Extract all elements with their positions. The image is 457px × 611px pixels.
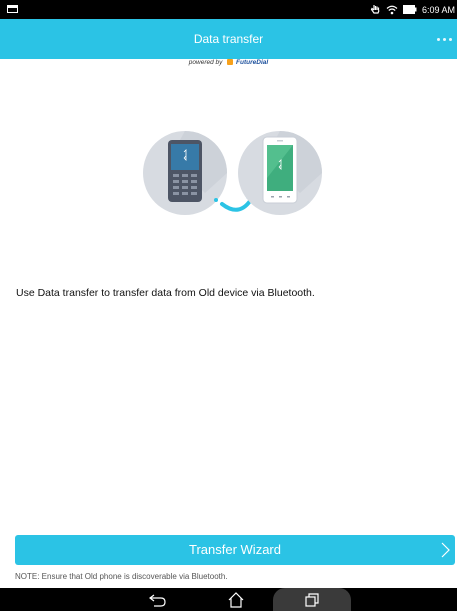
transfer-wizard-button[interactable]: Transfer Wizard — [15, 535, 455, 565]
status-icons: 6:09 AM — [370, 0, 457, 19]
transfer-wizard-label: Transfer Wizard — [189, 542, 281, 557]
battery-icon — [402, 5, 417, 14]
home-icon — [228, 591, 244, 608]
old-phone-icon — [143, 131, 227, 215]
futuredial-logo-icon — [227, 59, 234, 65]
status-bar: 6:09 AM — [0, 0, 457, 19]
touch-icon — [370, 5, 380, 14]
chevron-right-icon — [441, 542, 450, 558]
app-bar: Data transfer — [0, 19, 457, 59]
transfer-illustration — [143, 131, 322, 215]
navigation-bar — [0, 588, 457, 611]
new-phone-icon — [238, 131, 322, 215]
status-time: 6:09 AM — [421, 4, 455, 15]
powered-by-prefix: powered by — [188, 59, 223, 66]
powered-by-brand: FutureDial — [236, 59, 269, 66]
home-button[interactable] — [218, 588, 254, 611]
powered-by-banner: powered by FutureDial — [0, 59, 457, 71]
recents-icon — [305, 592, 319, 607]
back-icon — [149, 594, 166, 607]
overflow-menu-icon[interactable] — [435, 33, 453, 45]
bluetooth-note: NOTE: Ensure that Old phone is discovera… — [15, 572, 228, 581]
notification-icon — [7, 5, 18, 13]
back-button[interactable] — [140, 588, 176, 611]
page-title: Data transfer — [193, 32, 264, 46]
recents-icon-wrap[interactable] — [294, 588, 330, 611]
wifi-icon — [386, 5, 398, 14]
description-text: Use Data transfer to transfer data from … — [16, 287, 315, 299]
